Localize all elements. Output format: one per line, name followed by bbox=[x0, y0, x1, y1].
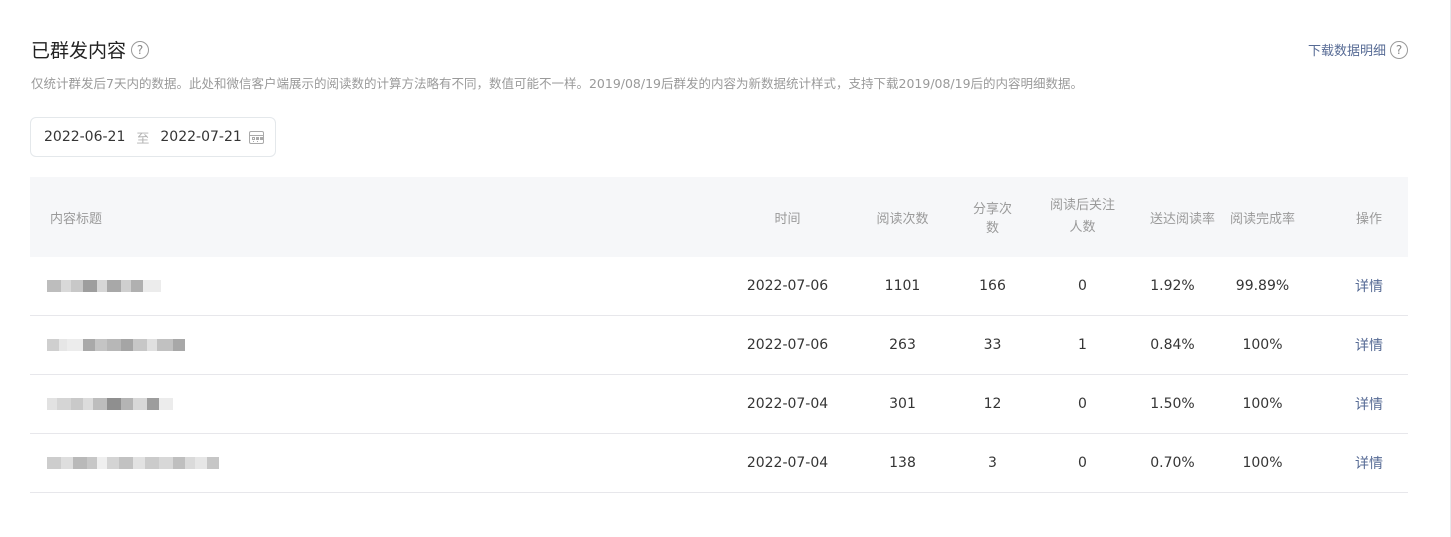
cell-reads: 301 bbox=[889, 396, 916, 412]
column-action: 操作 bbox=[1355, 211, 1382, 227]
cell-shares: 33 bbox=[983, 337, 1002, 353]
page-title: 已群发内容 bbox=[31, 40, 127, 62]
column-shares: 分享次数 bbox=[972, 202, 1012, 236]
cell-reads: 263 bbox=[889, 337, 916, 353]
table-row: 2022-07-04 301 12 0 1.50% 100% 详情 bbox=[30, 375, 1408, 434]
column-follows: 阅读后关注 人数 bbox=[1015, 195, 1150, 239]
column-time: 时间 bbox=[774, 211, 801, 227]
column-follows-line2: 人数 bbox=[1069, 220, 1096, 235]
detail-link[interactable]: 详情 bbox=[1355, 338, 1383, 354]
row-title-blurred[interactable] bbox=[30, 397, 740, 411]
cell-completion-rate: 100% bbox=[1242, 396, 1283, 412]
cell-time: 2022-07-06 bbox=[746, 278, 829, 294]
cell-follows: 0 bbox=[1078, 278, 1087, 294]
cell-shares: 12 bbox=[983, 396, 1002, 412]
table-row: 2022-07-06 1101 166 0 1.92% 99.89% 详情 bbox=[30, 257, 1408, 316]
cell-shares: 166 bbox=[979, 278, 1006, 294]
cell-reads: 1101 bbox=[884, 278, 921, 294]
content-table: 内容标题 时间 阅读次数 分享次数 阅读后关注 人数 送达阅读率 阅读完成率 操… bbox=[30, 177, 1408, 493]
table-row: 2022-07-04 138 3 0 0.70% 100% 详情 bbox=[30, 434, 1408, 493]
column-delivery-rate: 送达阅读率 bbox=[1150, 211, 1216, 227]
cell-follows: 0 bbox=[1078, 396, 1087, 412]
date-end[interactable]: 2022-07-21 bbox=[160, 129, 241, 145]
cell-follows: 1 bbox=[1078, 337, 1087, 353]
column-completion-rate: 阅读完成率 bbox=[1229, 211, 1295, 227]
row-title-blurred[interactable] bbox=[30, 456, 740, 470]
detail-link[interactable]: 详情 bbox=[1355, 456, 1383, 472]
column-follows-line1: 阅读后关注 bbox=[1049, 198, 1115, 213]
date-range-picker[interactable]: 2022-06-21 至 2022-07-21 bbox=[30, 117, 276, 157]
detail-link[interactable]: 详情 bbox=[1355, 397, 1383, 413]
cell-time: 2022-07-04 bbox=[746, 396, 829, 412]
cell-shares: 3 bbox=[988, 455, 997, 471]
cell-follows: 0 bbox=[1078, 455, 1087, 471]
help-icon[interactable]: ? bbox=[131, 40, 150, 59]
cell-delivery-rate: 1.92% bbox=[1150, 278, 1195, 294]
page-description: 仅统计群发后7天内的数据。此处和微信客户端展示的阅读数的计算方法略有不同，数值可… bbox=[31, 76, 1084, 91]
help-icon[interactable]: ? bbox=[1390, 40, 1408, 59]
date-separator: 至 bbox=[136, 131, 150, 147]
cell-completion-rate: 99.89% bbox=[1235, 278, 1290, 294]
column-reads: 阅读次数 bbox=[876, 211, 929, 227]
cell-reads: 138 bbox=[889, 455, 916, 471]
cell-delivery-rate: 0.70% bbox=[1150, 455, 1195, 471]
download-data-link[interactable]: 下载数据明细 ? bbox=[1308, 40, 1408, 59]
download-data-label[interactable]: 下载数据明细 bbox=[1308, 40, 1386, 59]
page-title-wrap: 已群发内容 ? bbox=[31, 36, 150, 63]
cell-completion-rate: 100% bbox=[1242, 455, 1283, 471]
table-header: 内容标题 时间 阅读次数 分享次数 阅读后关注 人数 送达阅读率 阅读完成率 操… bbox=[30, 177, 1408, 257]
calendar-icon[interactable] bbox=[249, 131, 264, 144]
cell-delivery-rate: 0.84% bbox=[1150, 337, 1195, 353]
date-start[interactable]: 2022-06-21 bbox=[44, 129, 125, 145]
cell-time: 2022-07-06 bbox=[746, 337, 829, 353]
table-row: 2022-07-06 263 33 1 0.84% 100% 详情 bbox=[30, 316, 1408, 375]
detail-link[interactable]: 详情 bbox=[1355, 279, 1383, 295]
cell-time: 2022-07-04 bbox=[746, 455, 829, 471]
row-title-blurred[interactable] bbox=[30, 279, 740, 293]
column-title: 内容标题 bbox=[50, 211, 103, 227]
cell-completion-rate: 100% bbox=[1242, 337, 1283, 353]
row-title-blurred[interactable] bbox=[30, 338, 740, 352]
cell-delivery-rate: 1.50% bbox=[1150, 396, 1195, 412]
